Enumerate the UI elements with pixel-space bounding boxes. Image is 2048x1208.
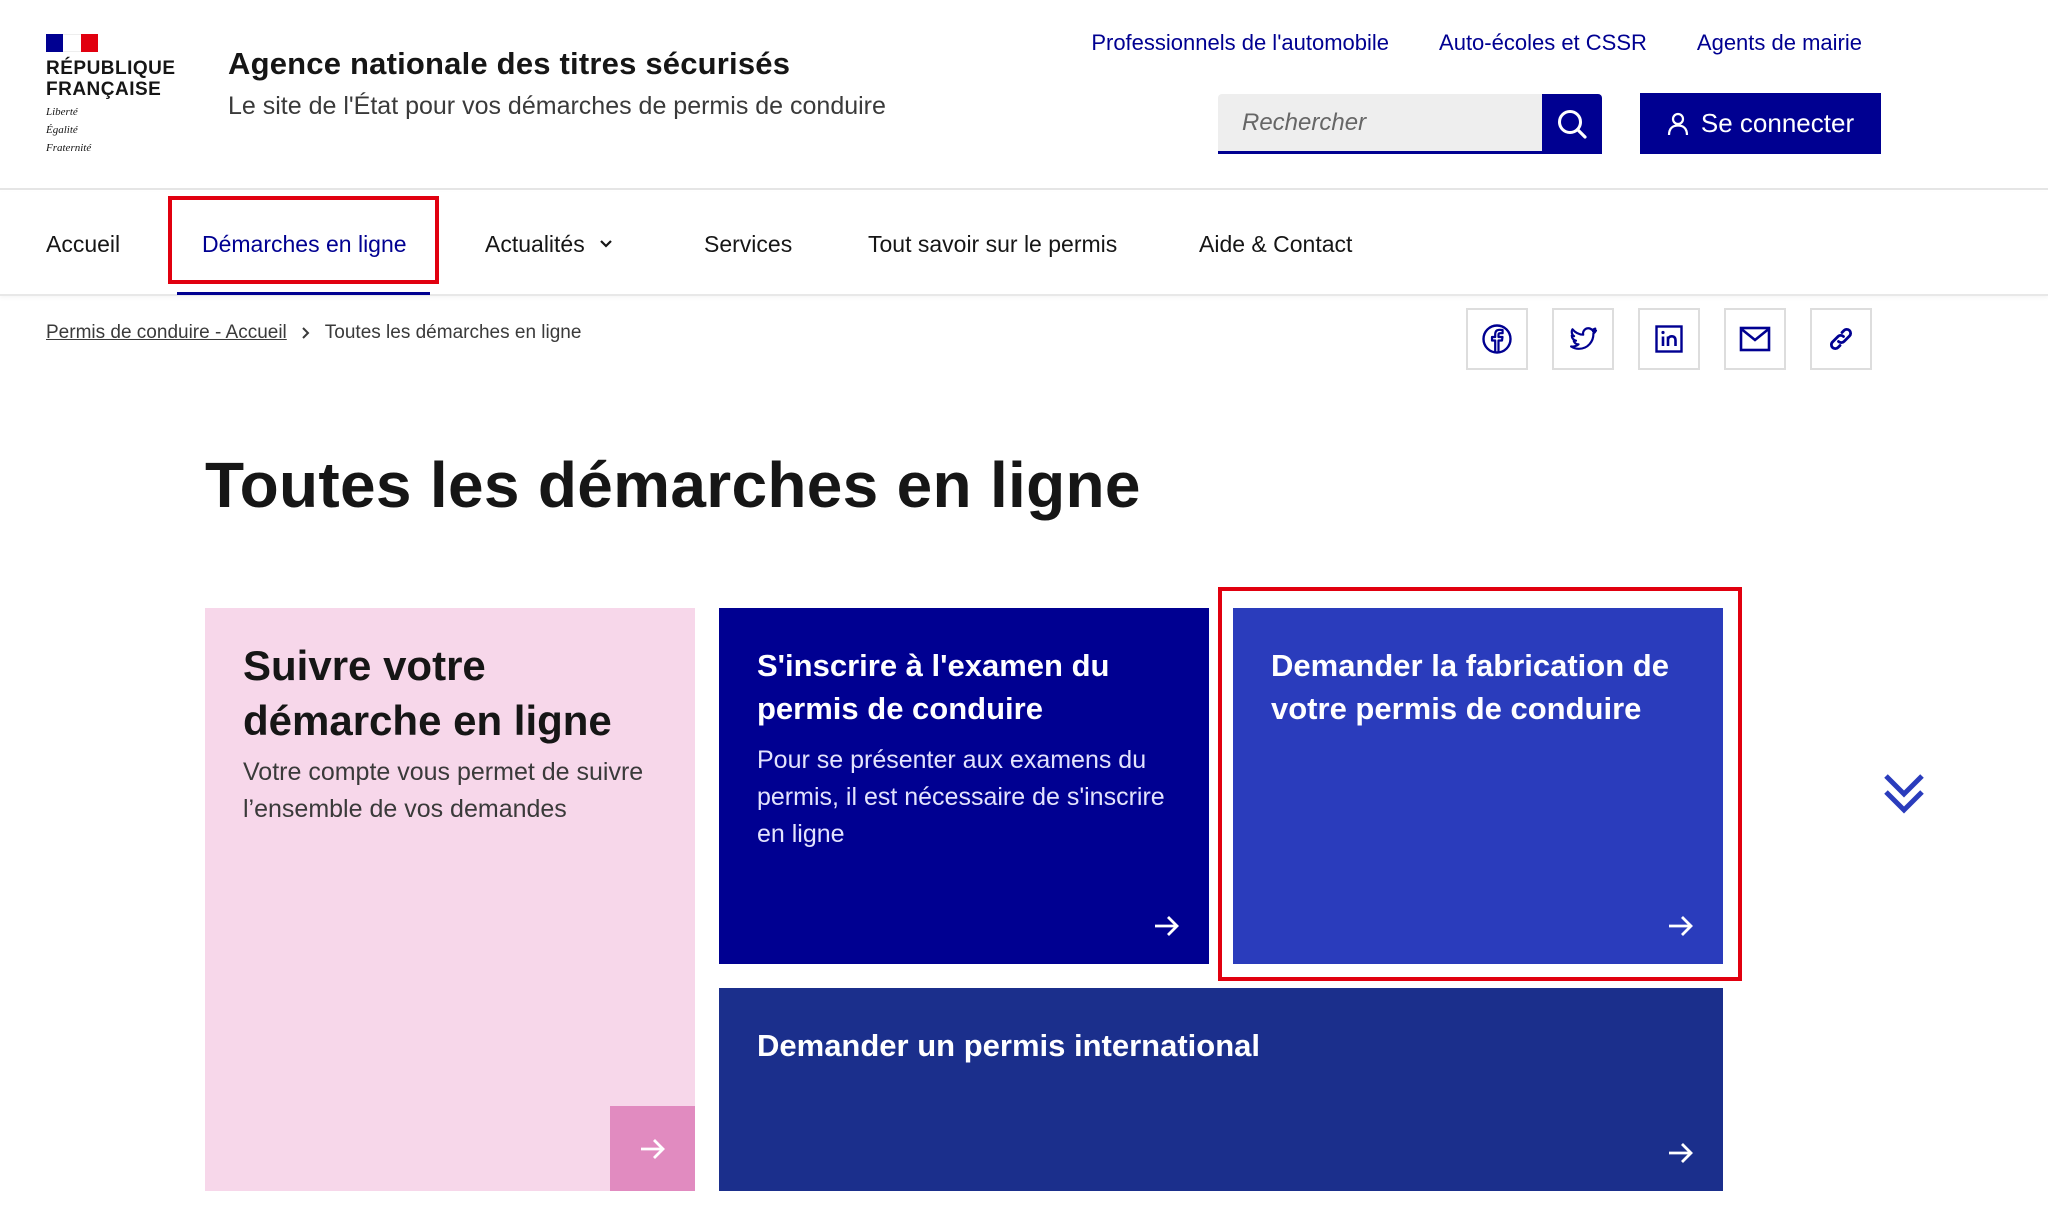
linkedin-icon (1655, 325, 1683, 353)
arrow-right-icon (640, 1138, 665, 1159)
search-input[interactable] (1218, 94, 1542, 154)
logo-motto-1: Liberté (46, 106, 78, 118)
mail-icon (1739, 326, 1771, 352)
arrow-right-icon (1153, 914, 1181, 938)
tile-title: Suivre votre démarche en ligne (243, 642, 612, 744)
republique-francaise-logo[interactable]: République Française Liberté Égalité Fra… (46, 34, 176, 154)
tile-title: Demander un permis international (757, 1028, 1260, 1063)
top-links: Professionnels de l'automobile Auto-écol… (1091, 30, 1862, 56)
logo-motto-2: Égalité (46, 124, 78, 136)
tile-description: Pour se présenter aux examens du permis,… (757, 746, 1165, 848)
search-bar (1218, 94, 1602, 154)
highlight-box-nav (168, 196, 439, 284)
login-button[interactable]: Se connecter (1640, 93, 1881, 154)
page-title: Toutes les démarches en ligne (205, 449, 1141, 521)
top-link-auto-ecoles[interactable]: Auto-écoles et CSSR (1439, 30, 1647, 56)
top-link-professionnels[interactable]: Professionnels de l'automobile (1091, 30, 1389, 56)
site-title[interactable]: Agence nationale des titres sécurisés (228, 46, 790, 82)
nav-active-indicator (177, 292, 430, 295)
chevron-down-icon (599, 239, 613, 249)
breadcrumb-current: Toutes les démarches en ligne (324, 322, 582, 343)
tile-title: S'inscrire à l'examen du permis de condu… (757, 648, 1110, 726)
share-facebook-button[interactable] (1466, 308, 1528, 370)
login-label: Se connecter (1700, 108, 1855, 138)
site-header: République Française Liberté Égalité Fra… (0, 0, 2048, 190)
nav-item-label: Tout savoir sur le permis (868, 230, 1118, 257)
nav-item-label: Services (704, 230, 793, 257)
nav-item-actualites[interactable]: Actualités (485, 192, 613, 296)
breadcrumb: Permis de conduire - Accueil Toutes les … (46, 322, 581, 344)
share-twitter-button[interactable] (1552, 308, 1614, 370)
share-buttons (1466, 308, 1872, 370)
tile-permis-international[interactable]: Demander un permis international (719, 988, 1723, 1191)
site-tagline: Le site de l'État pour vos démarches de … (228, 92, 886, 120)
logo-name-line1: République (46, 58, 176, 79)
highlight-box-tile (1218, 587, 1742, 981)
breadcrumb-home-link[interactable]: Permis de conduire - Accueil (46, 322, 287, 344)
nav-item-services[interactable]: Services (704, 192, 792, 296)
nav-item-tout-savoir[interactable]: Tout savoir sur le permis (868, 192, 1117, 296)
nav-item-label: Aide & Contact (1199, 230, 1353, 257)
twitter-icon (1570, 327, 1598, 350)
arrow-right-icon (1667, 1141, 1695, 1165)
nav-item-label: Accueil (46, 230, 121, 257)
search-button[interactable] (1542, 94, 1602, 154)
tile-suivre-demarche[interactable]: Suivre votre démarche en ligne Votre com… (205, 608, 695, 1191)
logo-name-line2: Française (46, 79, 162, 100)
logo-motto-3: Fraternité (46, 142, 92, 154)
nav-item-accueil[interactable]: Accueil (46, 192, 120, 296)
scroll-down-button[interactable] (1882, 770, 1926, 818)
user-icon (1667, 112, 1688, 135)
french-flag-icon (46, 34, 98, 52)
top-link-agents-mairie[interactable]: Agents de mairie (1697, 30, 1862, 56)
share-mail-button[interactable] (1724, 308, 1786, 370)
nav-item-label: Actualités (485, 230, 585, 257)
search-icon (1558, 110, 1587, 139)
chevron-right-icon (301, 326, 311, 340)
tile-description: Votre compte vous permet de suivre l’ens… (243, 758, 644, 823)
tile-arrow-button[interactable] (610, 1106, 695, 1191)
double-chevron-down-icon (1884, 774, 1924, 814)
link-icon (1829, 327, 1853, 351)
facebook-icon (1482, 324, 1512, 354)
nav-item-aide-contact[interactable]: Aide & Contact (1199, 192, 1352, 296)
share-link-button[interactable] (1810, 308, 1872, 370)
tile-inscrire-examen[interactable]: S'inscrire à l'examen du permis de condu… (719, 608, 1209, 964)
share-linkedin-button[interactable] (1638, 308, 1700, 370)
